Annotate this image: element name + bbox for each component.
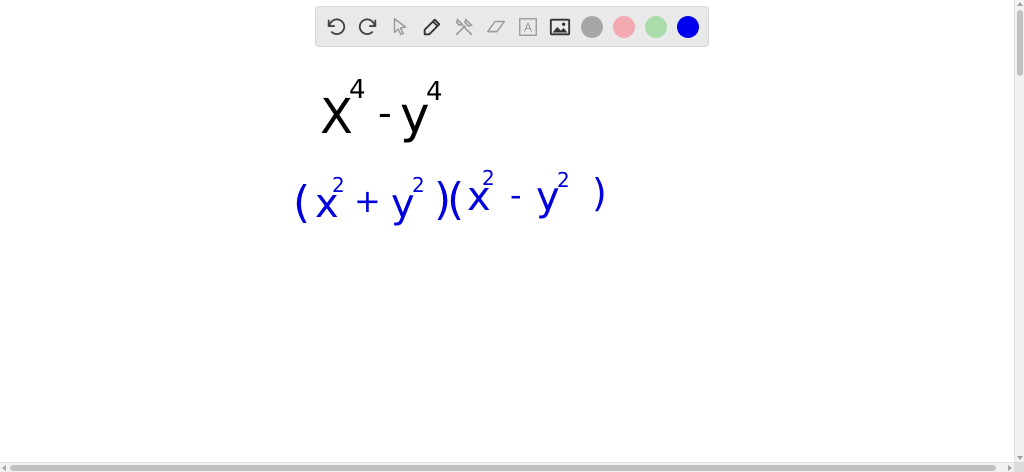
text-icon[interactable]: A (516, 15, 540, 39)
color-swatch-pink[interactable] (613, 16, 635, 38)
scrollbar-corner (1014, 462, 1024, 472)
scroll-left-icon[interactable] (2, 465, 6, 471)
scroll-up-icon[interactable] (1017, 2, 1023, 6)
tools-icon[interactable] (452, 15, 476, 39)
scroll-down-icon[interactable] (1017, 456, 1023, 460)
pen-icon[interactable] (420, 15, 444, 39)
redo-icon[interactable] (356, 15, 380, 39)
vertical-scrollbar[interactable] (1014, 0, 1024, 462)
image-icon[interactable] (548, 15, 572, 39)
undo-icon[interactable] (324, 15, 348, 39)
drawing-toolbar: A (315, 6, 709, 47)
whiteboard-canvas[interactable] (0, 0, 1014, 462)
horizontal-scroll-thumb[interactable] (10, 465, 996, 471)
pointer-icon[interactable] (388, 15, 412, 39)
vertical-scroll-thumb[interactable] (1017, 10, 1023, 76)
color-swatch-green[interactable] (645, 16, 667, 38)
scroll-right-icon[interactable] (1008, 465, 1012, 471)
color-swatch-gray[interactable] (581, 16, 603, 38)
horizontal-scrollbar[interactable] (0, 462, 1014, 472)
color-swatch-blue[interactable] (677, 16, 699, 38)
eraser-icon[interactable] (484, 15, 508, 39)
text-icon-glyph: A (524, 21, 532, 35)
